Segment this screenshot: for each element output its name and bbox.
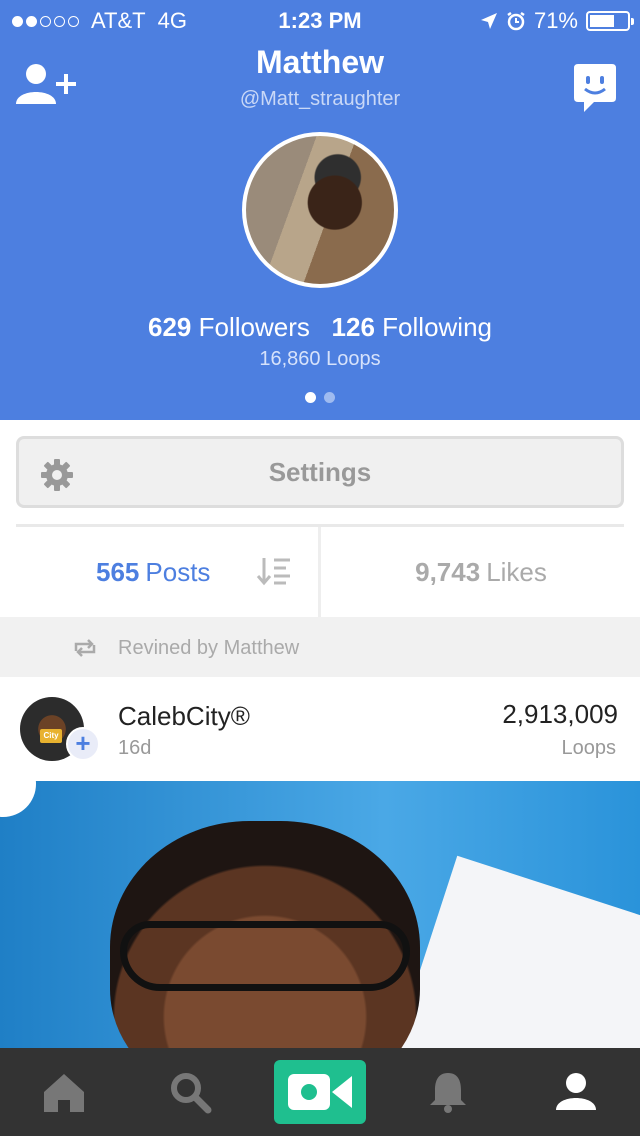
tab-divider [318,527,321,617]
settings-button[interactable]: Settings [16,436,624,508]
followers-label: Followers [198,312,310,342]
tab-likes[interactable]: 9,743 Likes [322,527,640,617]
likes-label: Likes [486,556,547,587]
bell-icon[interactable] [426,1070,470,1114]
status-bar: AT&T 4G 1:23 PM 71% [0,0,640,40]
profile-name: Matthew [256,44,384,80]
tab-posts[interactable]: 565 Posts [96,527,210,617]
profile-loops: 16,860 Loops [259,348,381,370]
likes-count: 9,743 [415,556,481,587]
post-loops-count: 2,913,009 [502,699,618,729]
alarm-icon [507,11,525,31]
post-header: City + CalebCity® 16d 2,913,009 Loops [0,677,640,781]
revine-bar: Revined by Matthew [0,617,640,677]
page-dot [324,392,335,403]
page-dot-active [305,392,316,403]
search-icon[interactable] [168,1070,212,1114]
battery-percent: 71% [533,8,578,33]
home-icon[interactable] [42,1070,86,1114]
revine-text: Revined by Matthew [118,637,300,659]
revine-icon [74,639,96,657]
camera-icon [288,1074,352,1110]
bottom-tab-bar [0,1048,640,1136]
followers-count: 629 [148,312,192,342]
post-video[interactable] [0,781,640,1048]
post-username[interactable]: CalebCity® [118,701,250,732]
page-indicator[interactable] [0,392,640,403]
profile-handle: @Matt_straughter [239,88,401,110]
profile-avatar[interactable] [242,132,398,288]
avatar-tag: City [40,729,62,743]
video-paper [395,855,640,1048]
profile-icon[interactable] [554,1070,598,1114]
posts-count: 565 [96,556,140,587]
video-glasses [120,921,410,991]
profile-header: AT&T 4G 1:23 PM 71% Matthew @Matt_straug… [0,0,640,420]
camera-button[interactable] [274,1060,366,1124]
chat-icon[interactable] [574,64,616,114]
posts-label: Posts [145,556,211,587]
settings-label: Settings [268,456,372,487]
post-loops-label: Loops [561,737,617,759]
video-corner [0,781,36,817]
following-link[interactable]: 126 Following [332,312,492,342]
follow-plus-button[interactable]: + [66,727,100,761]
follow-stats: 629 Followers 126 Following [0,312,640,343]
followers-link[interactable]: 629 Followers [148,312,310,342]
sort-icon[interactable] [256,556,292,586]
gear-icon [41,459,73,491]
battery-icon [586,11,634,31]
post-age: 16d [118,737,152,759]
following-count: 126 [331,312,375,342]
location-icon [480,13,497,29]
following-label: Following [382,312,492,342]
